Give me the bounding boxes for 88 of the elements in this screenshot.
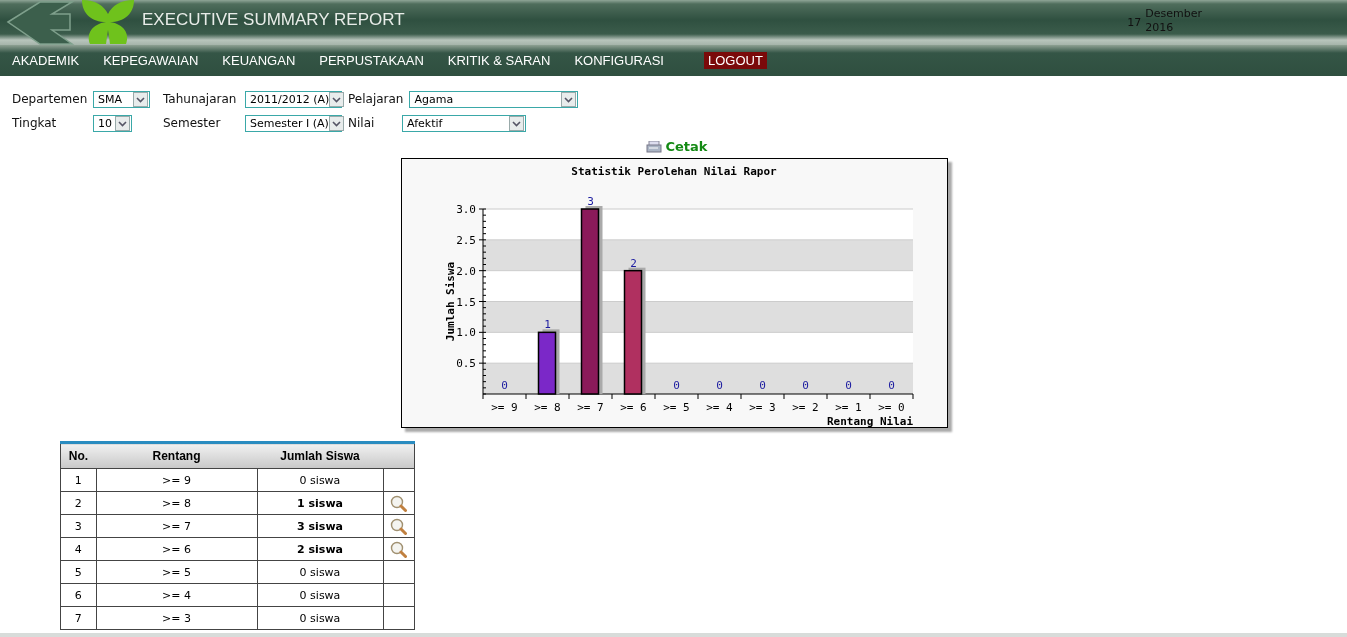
- table-cell: >= 3: [96, 606, 257, 630]
- report-title: EXECUTIVE SUMMARY REPORT: [142, 9, 405, 30]
- caret-icon: [509, 115, 524, 131]
- table-cell: 1: [60, 468, 96, 492]
- filter-label: Tingkat: [12, 116, 58, 130]
- bar-value-label: 0: [715, 379, 723, 392]
- column-header: No.: [60, 442, 96, 469]
- filter-dropdown[interactable]: 2011/2012 (A): [245, 90, 342, 108]
- y-tick-label: 2.5: [455, 233, 476, 247]
- menu-item[interactable]: KEPEGAWAIAN: [103, 53, 199, 68]
- table-cell: >= 4: [96, 583, 257, 607]
- x-tick-label: >= 4: [705, 401, 733, 414]
- chart-title: Statistik Perolehan Nilai Rapor: [570, 165, 777, 178]
- menu-item[interactable]: KRITIK & SARAN: [447, 53, 551, 68]
- table-cell: 1 siswa: [257, 491, 383, 515]
- table-cell: 2: [60, 491, 96, 515]
- x-tick-label: >= 6: [619, 401, 647, 414]
- x-tick-label: >= 2: [791, 401, 819, 414]
- y-tick-label: 2.0: [455, 264, 476, 278]
- x-axis-title: Rentang Nilai: [826, 415, 913, 427]
- x-tick-label: >= 8: [533, 401, 561, 414]
- magnifier-icon[interactable]: [390, 517, 408, 535]
- filter-dropdown[interactable]: Agama: [409, 90, 579, 108]
- bar-value-label: 0: [801, 379, 809, 392]
- x-tick-label: >= 0: [877, 401, 905, 414]
- table-cell: >= 7: [96, 514, 257, 538]
- filter-dropdown[interactable]: 10: [93, 114, 132, 132]
- bar-value-label: 0: [672, 379, 680, 392]
- y-axis-title: Jumlah Siswa: [443, 261, 457, 342]
- table-cell: >= 5: [96, 560, 257, 584]
- table-cell: 7: [60, 606, 96, 630]
- logout-button[interactable]: LOGOUT: [703, 52, 767, 69]
- bar-value-label: 0: [500, 379, 508, 392]
- menu-item[interactable]: AKADEMIK: [12, 53, 80, 68]
- date-day: 17: [1127, 16, 1142, 29]
- table-cell: 5: [60, 560, 96, 584]
- y-tick-label: 1.5: [455, 295, 476, 309]
- filter-label: Departemen: [12, 92, 89, 106]
- caret-icon: [133, 91, 148, 107]
- x-tick-label: >= 7: [576, 401, 604, 414]
- filter-label: Nilai: [348, 116, 376, 130]
- table-cell: >= 9: [96, 468, 257, 492]
- y-tick-label: 1.0: [455, 326, 476, 340]
- magnifier-icon[interactable]: [390, 540, 408, 558]
- filter-label: Semester: [163, 116, 222, 130]
- menu-item[interactable]: KONFIGURASI: [574, 53, 664, 68]
- table-cell: 0 siswa: [257, 583, 383, 607]
- y-tick-label: 3.0: [455, 203, 476, 216]
- table-cell: 0 siswa: [257, 606, 383, 630]
- table-cell: 0 siswa: [257, 560, 383, 584]
- column-header: Jumlah Siswa: [257, 442, 383, 469]
- column-header: Rentang: [96, 442, 257, 469]
- filter-dropdown[interactable]: Afektif: [402, 114, 526, 132]
- table-cell: 4: [60, 537, 96, 561]
- print-link[interactable]: Cetak: [645, 139, 708, 154]
- table-cell: 3: [60, 514, 96, 538]
- magnifier-icon[interactable]: [390, 494, 408, 512]
- caret-icon: [328, 115, 344, 131]
- menu-item[interactable]: PERPUSTAKAAN: [319, 53, 424, 68]
- table-cell: 3 siswa: [257, 514, 383, 538]
- y-tick-label: 0.5: [455, 357, 476, 371]
- x-tick-label: >= 9: [490, 401, 518, 414]
- x-tick-label: >= 1: [834, 401, 862, 414]
- table-cell: 2 siswa: [257, 537, 383, 561]
- chart-bar: [537, 329, 559, 395]
- table-cell: 6: [60, 583, 96, 607]
- printer-icon: [645, 140, 662, 153]
- x-tick-label: >= 3: [748, 401, 776, 414]
- bar-value-label: 0: [758, 379, 766, 392]
- bar-value-label: 0: [887, 379, 895, 392]
- bar-value-label: 3: [586, 195, 594, 208]
- filter-dropdown[interactable]: SMA: [93, 90, 150, 108]
- bar-value-label: 1: [543, 318, 551, 332]
- x-tick-label: >= 5: [662, 401, 690, 414]
- date-year: 2016: [1145, 20, 1175, 35]
- filter-label: Tahunajaran: [163, 92, 238, 106]
- table-cell: >= 6: [96, 537, 257, 561]
- table-cell: 0 siswa: [257, 468, 383, 492]
- filter-label: Pelajaran: [348, 92, 404, 106]
- caret-icon: [561, 91, 577, 107]
- bar-value-label: 2: [629, 256, 637, 270]
- table-cell: >= 8: [96, 491, 257, 515]
- date-month: Desember: [1145, 6, 1202, 21]
- bar-value-label: 0: [844, 379, 852, 392]
- filter-dropdown[interactable]: Semester I (A): [245, 114, 342, 132]
- menu-item[interactable]: KEUANGAN: [222, 53, 296, 68]
- caret-icon: [115, 115, 130, 131]
- caret-icon: [329, 91, 345, 107]
